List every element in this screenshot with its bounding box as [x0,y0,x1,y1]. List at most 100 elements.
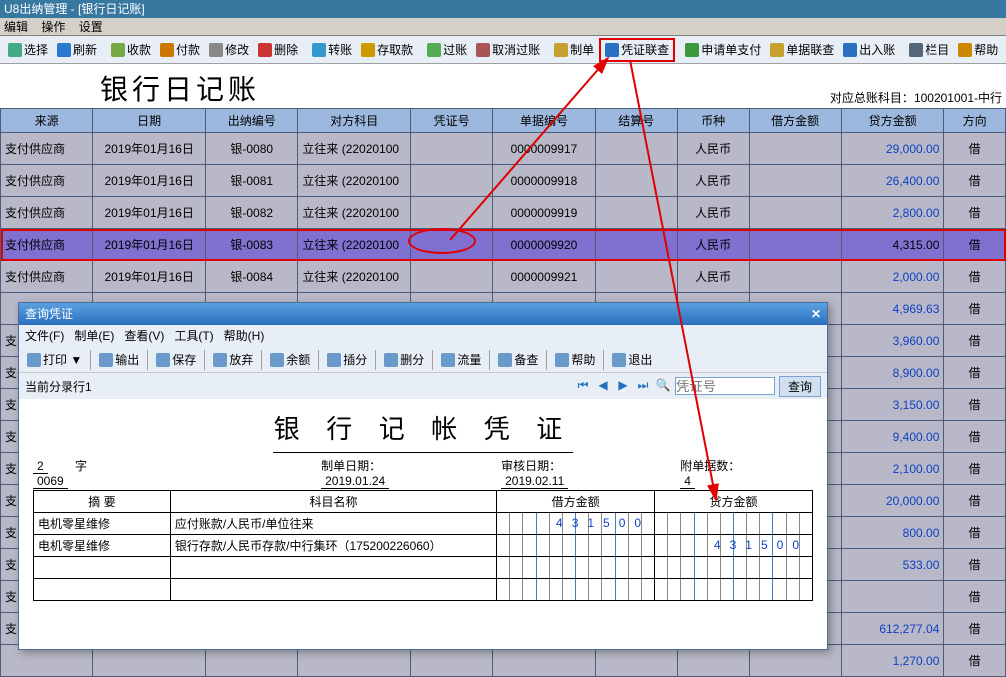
cell-cr: 2,800.00 [841,197,944,229]
dlg-tb-7[interactable]: 流量 [437,348,485,372]
menu-setting[interactable]: 设置 [79,20,103,34]
account-info: 对应总账科目：100201001-中行 [830,89,1002,106]
payment-button[interactable]: 付款 [156,38,204,62]
select-button[interactable]: 选择 [4,38,52,62]
cell-subj: 立往来 (22020100 [298,165,411,197]
v-dr [497,579,655,601]
dlg-menu-item[interactable]: 制单(E) [74,329,114,343]
table-row[interactable]: 支付供应商2019年01月16日银-0083立往来 (2202010000000… [1,229,1006,261]
voucher-table: 摘 要科目名称借方金额贷方金额 电机零星维修应付账款/人民币/单位往来43150… [33,490,813,601]
cell-cno: 银-0083 [206,229,298,261]
receipt-button[interactable]: 收款 [107,38,155,62]
table-row[interactable]: 支付供应商2019年01月16日银-0082立往来 (2202010000000… [1,197,1006,229]
dlg-tb-icon [156,353,170,367]
vlink-button[interactable]: 凭证联查 [599,38,675,62]
voucher-line[interactable] [34,579,813,601]
cell-dir: 借 [944,549,1006,581]
dlg-tb-icon [555,353,569,367]
cell-cno: 银-0080 [206,133,298,165]
menu-op[interactable]: 操作 [41,20,65,34]
voucher-line[interactable]: 电机零星维修银行存款/人民币存款/中行集环（175200226060）43150… [34,535,813,557]
columns-button[interactable]: 栏目 [905,38,953,62]
dlg-tb-0[interactable]: 打印 ▼ [23,348,86,372]
dlg-tb-icon [327,353,341,367]
blink-button[interactable]: 单据联查 [766,38,838,62]
dlg-tb-8[interactable]: 备查 [494,348,542,372]
post-button[interactable]: 过账 [423,38,471,62]
dlg-tb-3[interactable]: 放弃 [209,348,257,372]
voucher-line[interactable]: 电机零星维修应付账款/人民币/单位往来431500 [34,513,813,535]
make-icon [554,43,568,57]
cell-cr: 3,960.00 [841,325,944,357]
voucher-line[interactable] [34,557,813,579]
main-toolbar: 选择刷新收款付款修改删除转账存取款过账取消过账制单凭证联查申请单支付单据联查出入… [0,36,1006,64]
edit-button[interactable]: 修改 [205,38,253,62]
nav-first-icon[interactable]: ⏮ [575,378,591,394]
nav-prev-icon[interactable]: ◀ [595,378,611,394]
cell-vno [411,197,493,229]
dlg-tb-5[interactable]: 插分 [323,348,371,372]
select-icon [8,43,22,57]
v-subject [170,557,496,579]
cell-bno: 0000009917 [493,133,596,165]
voucher-search-input[interactable] [675,377,775,395]
inacct-button[interactable]: 出入账 [839,38,899,62]
dlg-menu-item[interactable]: 帮助(H) [224,329,265,343]
dlg-tb-icon [612,353,626,367]
col-header[interactable]: 借方金额 [749,109,841,133]
search-button[interactable]: 查询 [779,376,821,397]
dialog-title: 查询凭证 [25,303,73,325]
cell-vno [411,165,493,197]
cell-curr: 人民币 [677,133,749,165]
col-header[interactable]: 日期 [93,109,206,133]
help-button[interactable]: 帮助 [954,38,1002,62]
col-header[interactable]: 方向 [944,109,1006,133]
close-icon[interactable]: ✕ [811,303,821,325]
transfer-button[interactable]: 转账 [308,38,356,62]
dialog-title-bar[interactable]: 查询凭证 ✕ [19,303,827,325]
table-row[interactable]: 支付供应商2019年01月16日银-0080立往来 (2202010000000… [1,133,1006,165]
unpost-button[interactable]: 取消过账 [472,38,544,62]
dlg-menu-item[interactable]: 文件(F) [25,329,64,343]
cell-date: 2019年01月16日 [93,165,206,197]
deposit-button[interactable]: 存取款 [357,38,417,62]
col-header[interactable]: 贷方金额 [841,109,944,133]
refresh-button[interactable]: 刷新 [53,38,101,62]
cell-cno: 银-0084 [206,261,298,293]
col-header[interactable]: 结算号 [595,109,677,133]
dlg-tb-9[interactable]: 帮助 [551,348,599,372]
dlg-tb-1[interactable]: 输出 [95,348,143,372]
v-subject [170,579,496,601]
table-row[interactable]: 支付供应商2019年01月16日银-0081立往来 (2202010000000… [1,165,1006,197]
dlg-menu-item[interactable]: 查看(V) [124,329,164,343]
inacct-icon [843,43,857,57]
apply-button[interactable]: 申请单支付 [681,38,765,62]
page-header: 银行日记账 对应总账科目：100201001-中行 [0,64,1006,108]
cell-dr [749,133,841,165]
nav-last-icon[interactable]: ⏭ [635,378,651,394]
nav-next-icon[interactable]: ▶ [615,378,631,394]
col-header[interactable]: 凭证号 [411,109,493,133]
col-header[interactable]: 对方科目 [298,109,411,133]
delete-icon [258,43,272,57]
col-header[interactable]: 来源 [1,109,93,133]
col-header[interactable]: 单据编号 [493,109,596,133]
col-header[interactable]: 币种 [677,109,749,133]
dlg-tb-2[interactable]: 保存 [152,348,200,372]
make-button[interactable]: 制单 [550,38,598,62]
cell-subj: 立往来 (22020100 [298,261,411,293]
table-row[interactable]: 支付供应商2019年01月16日银-0084立往来 (2202010000000… [1,261,1006,293]
menu-edit[interactable]: 编辑 [4,20,28,34]
v-col: 借方金额 [497,491,655,513]
search-icon[interactable]: 🔍 [655,378,671,394]
dlg-menu-item[interactable]: 工具(T) [174,329,213,343]
columns-icon [909,43,923,57]
dlg-tb-10[interactable]: 退出 [608,348,656,372]
cell-sno [595,229,677,261]
dlg-tb-4[interactable]: 余额 [266,348,314,372]
delete-button[interactable]: 删除 [254,38,302,62]
v-cr [655,579,813,601]
dlg-tb-6[interactable]: 删分 [380,348,428,372]
col-header[interactable]: 出纳编号 [206,109,298,133]
blink-icon [770,43,784,57]
